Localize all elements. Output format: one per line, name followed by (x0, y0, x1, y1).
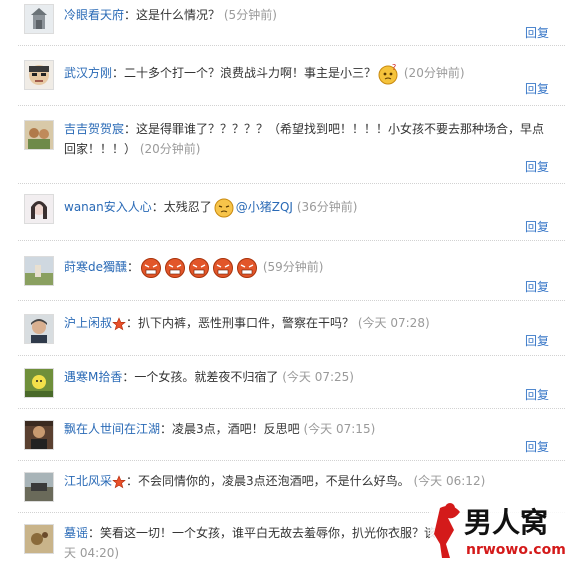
reply-button[interactable]: 回复 (525, 386, 549, 403)
avatar[interactable] (24, 120, 54, 150)
avatar[interactable] (24, 524, 54, 554)
star-badge-icon (112, 474, 126, 488)
comment-line: 回家！！！） (20分钟前) (64, 138, 557, 160)
angry-emoji-icon (237, 257, 258, 278)
angry-emoji-icon (189, 257, 210, 278)
comment-username[interactable]: 莳寒de獨醺 (64, 260, 127, 274)
divider (18, 105, 565, 106)
comment-time: (今天 07:15) (303, 422, 376, 436)
reply-button[interactable]: 回复 (525, 24, 549, 41)
comment-line: 沪上闲叔 ：扒下内裤，恶性刑事口件，警察在干吗？ (今天 07:28) (64, 312, 557, 334)
angry-emoji-icon (165, 257, 186, 278)
comment-username[interactable]: 江北风采 (64, 474, 112, 488)
comment-username[interactable]: 冷眼看天府 (64, 8, 124, 22)
comment-separator: ： (160, 422, 173, 436)
divider (18, 45, 565, 46)
comment-username[interactable]: 飘在人世间在江湖 (64, 422, 160, 436)
comment-username[interactable]: 沪上闲叔 (64, 316, 112, 330)
comment-time: (59分钟前) (262, 260, 324, 274)
comment-username[interactable]: 墓谣 (64, 526, 88, 540)
star-badge-icon (112, 316, 126, 330)
reply-button[interactable]: 回复 (525, 332, 549, 349)
reply-button[interactable]: 回复 (525, 278, 549, 295)
comment-line: wanan安入人心：太残忍了 @小猪ZQJ (36分钟前) (64, 196, 557, 219)
comment-line: 飘在人世间在江湖：凌晨3点，酒吧！反思吧 (今天 07:15) (64, 418, 557, 440)
watermark-logo: 男人窝 nrwowo.com (430, 500, 570, 568)
svg-text:?: ? (392, 63, 396, 72)
comment-time: (36分钟前) (296, 200, 358, 214)
comment-time: (20分钟前) (403, 66, 465, 80)
divider (18, 355, 565, 356)
divider (18, 240, 565, 241)
comment-separator: ： (151, 200, 164, 214)
divider (18, 300, 565, 301)
comment-username[interactable]: 武汉方刚 (64, 66, 112, 80)
comment-text: 这是什么情况？ (136, 8, 221, 22)
comment-username[interactable]: 吉吉贺贺宸 (64, 122, 124, 136)
comment-separator: ： (122, 370, 135, 384)
comment-separator: ： (124, 8, 137, 22)
crying-emoji-icon (214, 198, 234, 217)
comment-time: 天 04:20) (64, 546, 120, 560)
comment-text-line1: 笑看这一切！一个女孩，谁平白无故去羞辱你，扒光你衣服？该 (100, 526, 437, 540)
comment-text-line2: 回家！！！） (64, 142, 137, 156)
comment-separator: ： (126, 474, 139, 488)
avatar[interactable] (24, 314, 54, 344)
comment-text: 扒下内裤，恶性刑事口件，警察在干吗？ (138, 316, 355, 330)
avatar[interactable] (24, 60, 54, 90)
comment-line: 吉吉贺贺宸：这是得罪谁了？？？？？（希望找到吧！！！！小女孩不要去那种场合，早点 (64, 118, 557, 140)
comment-line: 江北风采 ：不会同情你的，凌晨3点还泡酒吧，不是什么好鸟。 (今天 06:12) (64, 470, 557, 492)
comment-text: 凌晨3点，酒吧！反思吧 (172, 422, 300, 436)
confused-emoji-icon: ? (378, 63, 398, 84)
avatar[interactable] (24, 4, 54, 34)
comment-time: (20分钟前) (139, 142, 201, 156)
comment-time: (今天 07:28) (357, 316, 430, 330)
divider (18, 408, 565, 409)
angry-emoji-icon (141, 257, 162, 278)
comment-username[interactable]: 遇寒M拾香 (64, 370, 122, 384)
comment-line: 遇寒M拾香：一个女孩。就差夜不归宿了 (今天 07:25) (64, 366, 557, 388)
reply-button[interactable]: 回复 (525, 158, 549, 175)
comment-separator: ： (127, 260, 140, 274)
avatar[interactable] (24, 472, 54, 502)
mention-link[interactable]: @小猪ZQJ (236, 200, 293, 214)
comment-text: 一个女孩。就差夜不归宿了 (134, 370, 279, 384)
reply-button[interactable]: 回复 (525, 218, 549, 235)
comment-line: 莳寒de獨醺： (59分钟前) (64, 256, 557, 279)
reply-button[interactable]: 回复 (525, 80, 549, 97)
reply-button[interactable]: 回复 (525, 438, 549, 455)
comment-separator: ： (126, 316, 139, 330)
avatar[interactable] (24, 420, 54, 450)
comment-time: (5分钟前) (223, 8, 277, 22)
comment-time: (今天 06:12) (413, 474, 486, 488)
comment-username[interactable]: wanan安入人心 (64, 200, 152, 214)
avatar[interactable] (24, 194, 54, 224)
comment-line: 武汉方刚：二十多个打一个？浪费战斗力啊！事主是小三？? (20分钟前) (64, 62, 557, 85)
angry-emoji-icon (213, 257, 234, 278)
comment-text: 太残忍了 (163, 200, 212, 214)
comment-separator: ： (112, 66, 125, 80)
comment-line: 冷眼看天府：这是什么情况？ (5分钟前) (64, 4, 557, 26)
watermark-brand: 男人窝 (464, 506, 548, 539)
comment-separator: ： (88, 526, 101, 540)
divider (18, 460, 565, 461)
comment-text: 二十多个打一个？浪费战斗力啊！事主是小三？ (124, 66, 377, 80)
comment-text: 不会同情你的，凌晨3点还泡酒吧，不是什么好鸟。 (138, 474, 410, 488)
watermark-url: nrwowo.com (466, 542, 566, 558)
comment-time: (今天 07:25) (282, 370, 354, 384)
comment-text-line1: 这是得罪谁了？？？？？（希望找到吧！！！！小女孩不要去那种场合，早点 (136, 122, 545, 136)
comment-separator: ： (124, 122, 137, 136)
avatar[interactable] (24, 368, 54, 398)
avatar[interactable] (24, 256, 54, 286)
divider (18, 183, 565, 184)
